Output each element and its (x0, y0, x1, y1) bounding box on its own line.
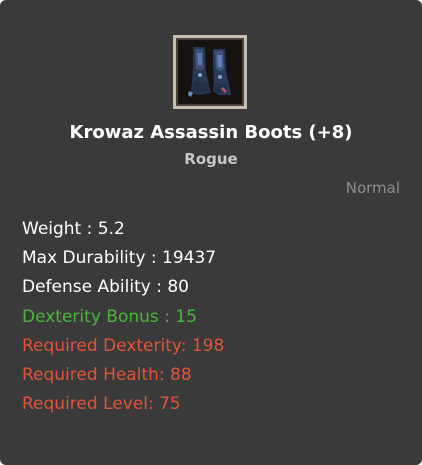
stat-defense-ability: Defense Ability : 80 (22, 277, 189, 298)
item-stats: Weight : 5.2 Max Durability : 19437 Defe… (22, 215, 402, 419)
stat-weight: Weight : 5.2 (22, 219, 125, 239)
stat-max-durability: Max Durability : 19437 (22, 248, 217, 269)
requirement-health: Required Health: 88 (22, 365, 192, 386)
stat-dexterity-bonus: Dexterity Bonus : 15 (22, 306, 197, 327)
item-icon-frame (173, 35, 247, 109)
item-name: Krowaz Assassin Boots (+8) (69, 122, 353, 143)
boots-icon (179, 41, 241, 103)
requirement-level: Required Level: 75 (22, 394, 181, 415)
requirement-dexterity: Required Dexterity: 198 (22, 335, 225, 356)
item-tooltip: Krowaz Assassin Boots (+8) Rogue Normal … (0, 0, 422, 465)
item-class: Rogue (184, 150, 238, 168)
item-rarity: Normal (345, 179, 400, 197)
